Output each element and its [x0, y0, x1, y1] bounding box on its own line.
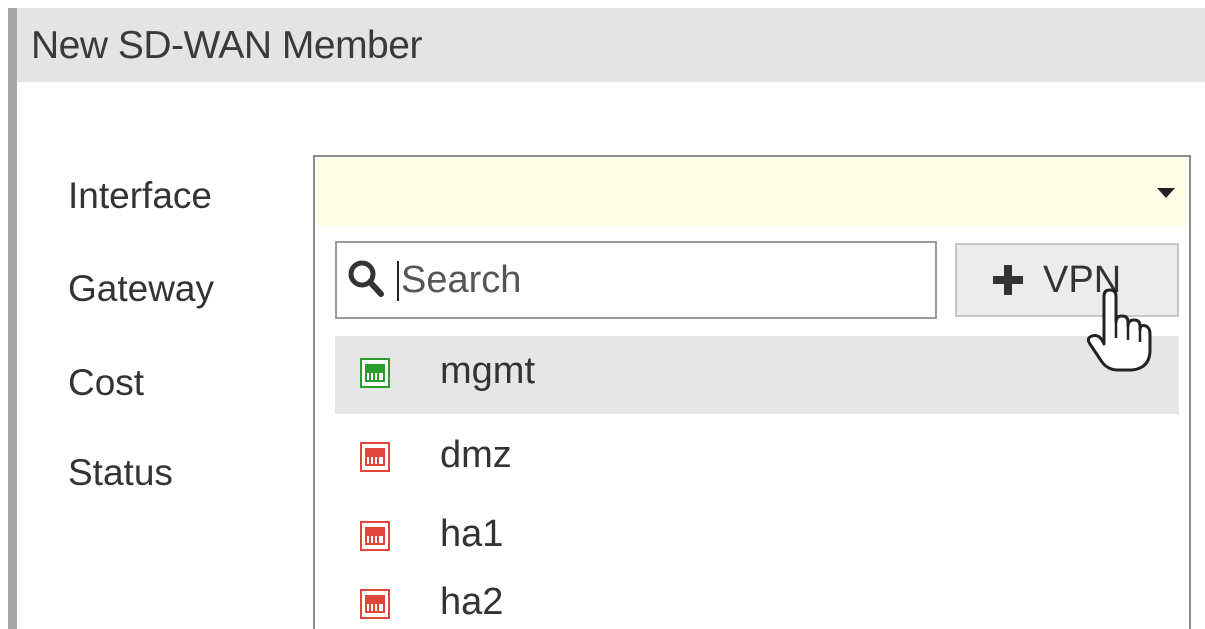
dialog-title: New SD-WAN Member [31, 24, 422, 67]
text-cursor [397, 261, 399, 301]
interface-select[interactable] [313, 155, 1191, 227]
interface-dropdown-list: VPN mgmt dmz [313, 227, 1191, 629]
network-port-down-icon [360, 589, 390, 619]
network-port-down-icon [360, 521, 390, 551]
option-label: ha2 [440, 581, 504, 623]
plus-icon [993, 265, 1023, 295]
network-port-up-icon [360, 358, 390, 388]
chevron-down-icon[interactable] [1157, 188, 1175, 198]
dropdown-option-ha2[interactable]: ha2 [335, 567, 1179, 629]
interface-label: Interface [68, 175, 212, 216]
search-icon [348, 260, 384, 297]
panel-left-border [8, 8, 17, 629]
gateway-label: Gateway [68, 268, 215, 309]
hand-pointer-icon [1086, 288, 1152, 372]
dropdown-option-dmz[interactable]: dmz [335, 420, 1179, 498]
cost-label: Cost [68, 362, 145, 403]
network-port-down-icon [360, 442, 390, 472]
dropdown-option-ha1[interactable]: ha1 [335, 499, 1179, 577]
dropdown-option-mgmt[interactable]: mgmt [335, 336, 1179, 414]
sd-wan-member-dialog: New SD-WAN Member Interface Gateway Cost… [0, 0, 1205, 629]
option-label: ha1 [440, 513, 504, 555]
search-input[interactable] [401, 255, 921, 305]
option-label: dmz [440, 434, 512, 476]
dialog-title-bar: New SD-WAN Member [17, 8, 1205, 82]
status-label: Status [68, 452, 173, 493]
option-label: mgmt [440, 350, 535, 392]
dropdown-search-field[interactable] [335, 241, 937, 319]
